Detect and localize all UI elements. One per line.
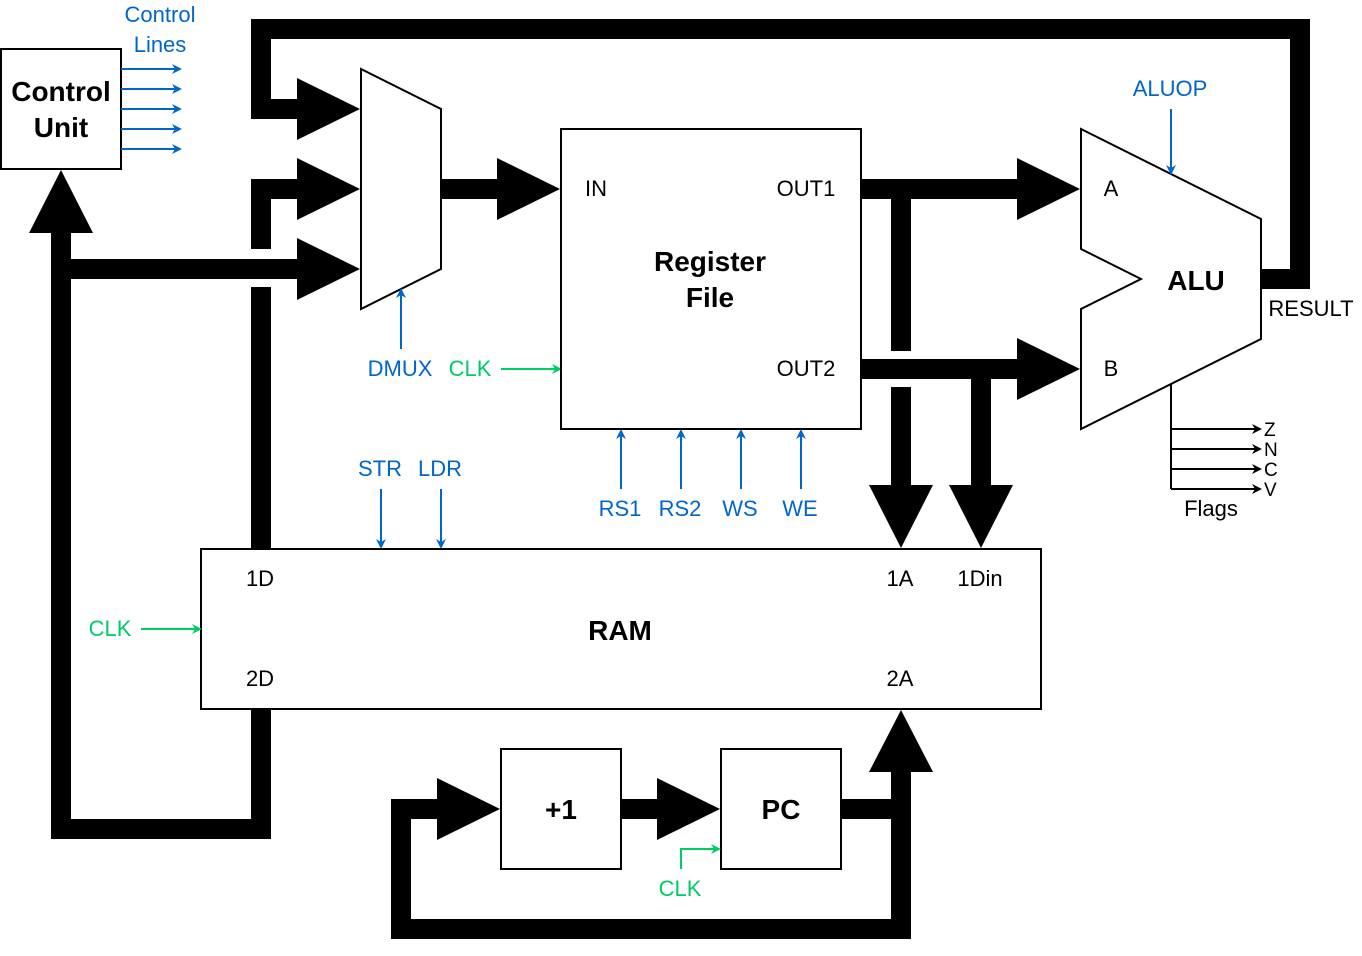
pc-in-arrow [657,778,720,840]
ram-1din-label: 1Din [957,566,1002,591]
flag-z: Z [1264,420,1276,441]
regfile-out2-label: OUT2 [777,356,836,381]
ws-label: WS [722,496,757,521]
rs2-label: RS2 [659,496,702,521]
ram-1a-arrow [869,485,933,548]
register-file-title: Register [654,246,766,277]
str-label: STR [358,456,402,481]
ldr-label: LDR [418,456,462,481]
control-lines-label-2: Lines [134,32,187,57]
pc-clk-label: CLK [659,876,702,901]
control-lines-label: Control [125,2,196,27]
alu-a-arrow [1017,158,1080,220]
rs1-label: RS1 [599,496,642,521]
control-unit-title: Control [11,76,111,107]
dmux-label: DMUX [368,356,433,381]
pc-clk-arrow [680,844,721,869]
regfile-out1-label: OUT1 [777,176,836,201]
cpu-datapath-diagram: Control Unit Control Lines DMUX CLK IN O… [0,2,1354,939]
ram-2a-label: 2A [887,666,914,691]
ram-2d-label: 2D [246,666,274,691]
mux-input-1-arrow [297,78,360,140]
alu-title: ALU [1167,265,1225,296]
ram-1d-bus [251,179,300,548]
incrementer-title: +1 [545,794,577,825]
regfile-clk-label: CLK [449,356,492,381]
alu-b-label: B [1104,356,1119,381]
regfile-in-arrow [497,158,560,220]
regfile-control-arrows [616,429,806,489]
flag-v: V [1264,480,1277,501]
ram-1a-label: 1A [887,566,914,591]
register-file-box [560,128,862,430]
alu-b-arrow [1017,338,1080,400]
result-label: RESULT [1268,296,1353,321]
ram-clk-label: CLK [89,616,132,641]
flag-n: N [1264,440,1278,461]
ram-2a-arrow [869,710,933,772]
control-lines [121,64,182,154]
regfile-in-label: IN [585,176,607,201]
control-unit-title-2: Unit [34,112,88,143]
aluop-label: ALUOP [1133,76,1208,101]
incrementer-in-arrow [437,778,500,840]
ram-title: RAM [588,615,652,646]
control-unit-input-arrow [29,170,93,233]
out1-bus [861,179,1020,490]
mux-input-2-arrow [297,158,360,220]
ram-1d-label: 1D [246,566,274,591]
flag-c: C [1264,460,1278,481]
pc-title: PC [762,794,801,825]
ram-1din-arrow [949,485,1013,548]
we-label: WE [782,496,817,521]
control-unit-box [0,48,122,170]
register-file-title-2: File [686,282,734,313]
flag-lines [1170,384,1262,494]
alu-a-label: A [1104,176,1119,201]
flags-label: Flags [1184,496,1238,521]
mux-input-3-arrow [297,238,360,300]
mux [360,67,442,311]
out2-bus [861,359,1020,490]
